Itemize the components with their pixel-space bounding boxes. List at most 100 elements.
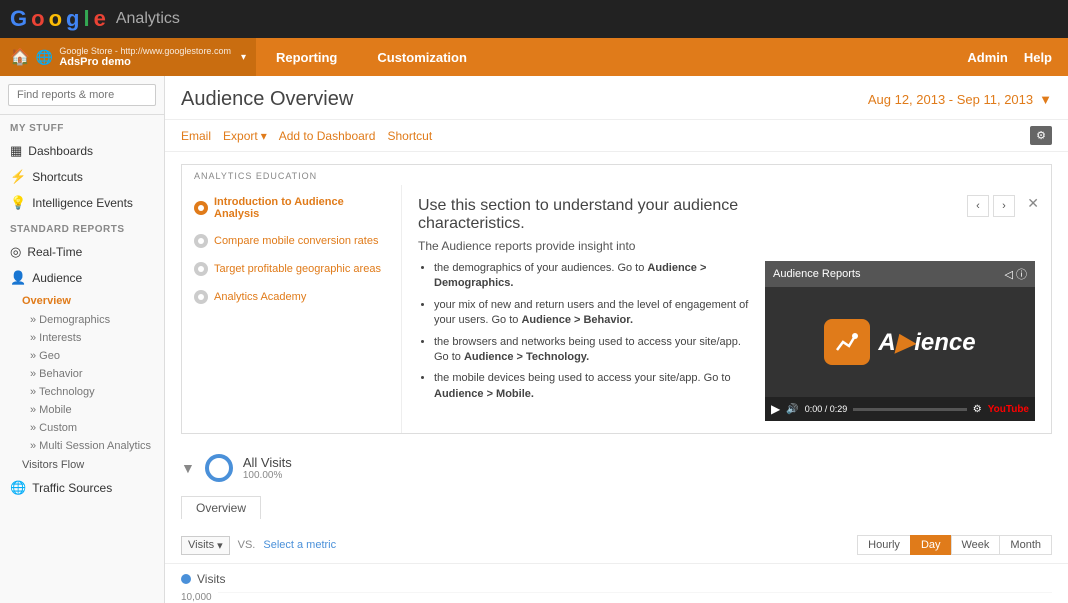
visits-info: All Visits 100.00%: [243, 455, 292, 481]
logo-l: l: [83, 6, 89, 32]
edu-content: Introduction to Audience Analysis Compar…: [182, 185, 1051, 433]
traffic-label: Traffic Sources: [32, 481, 112, 495]
video-title-text: Audience Reports: [773, 268, 860, 280]
site-dropdown-arrow[interactable]: ▾: [241, 52, 246, 63]
edu-bullet-1: your mix of new and return users and the…: [434, 298, 753, 329]
edu-nav-buttons: ‹ ›: [967, 195, 1015, 217]
logo-g2: g: [66, 6, 79, 32]
video-speaker-icon[interactable]: 🔊: [786, 404, 798, 415]
shortcuts-icon: ⚡: [10, 169, 26, 185]
time-range-buttons: Hourly Day Week Month: [857, 535, 1052, 555]
email-button[interactable]: Email: [181, 129, 211, 143]
site-url: Google Store - http://www.googlestore.co…: [59, 46, 231, 56]
edu-item-label-2: Target profitable geographic areas: [214, 263, 381, 275]
edu-item-0[interactable]: Introduction to Audience Analysis: [182, 189, 401, 227]
sidebar-standard-label: STANDARD REPORTS: [0, 216, 164, 239]
video-play-button[interactable]: ▶: [771, 402, 780, 416]
sidebar-item-dashboards[interactable]: ▦ Dashboards: [0, 138, 164, 164]
edu-section-label: ANALYTICS EDUCATION: [182, 165, 1051, 185]
edu-item-2[interactable]: Target profitable geographic areas: [182, 255, 401, 283]
nav-tab-reporting[interactable]: Reporting: [256, 38, 357, 76]
realtime-label: Real-Time: [27, 245, 82, 259]
time-btn-month[interactable]: Month: [999, 535, 1052, 555]
nav-bar: 🏠 🌐 Google Store - http://www.googlestor…: [0, 38, 1068, 76]
edu-prev-button[interactable]: ‹: [967, 195, 989, 217]
sidebar-item-technology[interactable]: » Technology: [0, 383, 164, 401]
metric2-selector[interactable]: Select a metric: [263, 539, 336, 551]
realtime-icon: ◎: [10, 244, 21, 260]
sidebar-item-demographics[interactable]: » Demographics: [0, 311, 164, 329]
edu-body: the demographics of your audiences. Go t…: [418, 261, 1035, 421]
audience-label: Audience: [32, 271, 82, 285]
overview-tab[interactable]: Overview: [181, 496, 261, 519]
sidebar-item-trafficsources[interactable]: 🌐 Traffic Sources: [0, 475, 164, 501]
edu-heading: Use this section to understand your audi…: [418, 197, 838, 233]
sidebar-item-interests[interactable]: » Interests: [0, 329, 164, 347]
visits-percentage: 100.00%: [243, 470, 292, 481]
video-share-icon: ◁ ⓘ: [1004, 266, 1027, 282]
sidebar-item-multisession[interactable]: » Multi Session Analytics: [0, 437, 164, 455]
export-button[interactable]: Export ▾: [223, 129, 267, 143]
metric1-selector[interactable]: Visits ▾: [181, 536, 230, 555]
date-range-arrow: ▼: [1039, 92, 1052, 107]
sidebar-item-overview[interactable]: Overview: [0, 291, 164, 311]
sidebar-item-audience[interactable]: 👤 Audience: [0, 265, 164, 291]
logo-o2: o: [49, 6, 62, 32]
edu-item-label-0: Introduction to Audience Analysis: [214, 196, 389, 220]
date-range-selector[interactable]: Aug 12, 2013 - Sep 11, 2013 ▼: [868, 92, 1052, 107]
visits-label: All Visits: [243, 455, 292, 470]
edu-item-3[interactable]: Analytics Academy: [182, 283, 401, 311]
intelligence-label: Intelligence Events: [32, 196, 133, 210]
add-dashboard-button[interactable]: Add to Dashboard: [279, 129, 376, 143]
edu-close-button[interactable]: ✕: [1027, 195, 1039, 212]
sidebar-item-custom[interactable]: » Custom: [0, 419, 164, 437]
home-icon[interactable]: 🏠: [10, 47, 30, 67]
video-progress-bar[interactable]: [853, 408, 966, 411]
nav-tab-customization[interactable]: Customization: [357, 38, 487, 76]
logo-e: e: [94, 6, 106, 32]
visits-donut-chart: [205, 454, 233, 482]
dashboards-icon: ▦: [10, 143, 22, 159]
edu-item-label-3: Analytics Academy: [214, 291, 306, 303]
nav-help-link[interactable]: Help: [1024, 50, 1052, 65]
video-thumbnail[interactable]: A▶ience: [765, 287, 1035, 397]
sidebar-item-intelligence[interactable]: 💡 Intelligence Events: [0, 190, 164, 216]
visits-chevron-icon[interactable]: ▼: [181, 460, 195, 476]
overview-tab-section: Overview: [165, 496, 1068, 527]
video-settings-icon[interactable]: ⚙: [973, 404, 982, 415]
shortcut-button[interactable]: Shortcut: [387, 129, 432, 143]
edu-detail: ‹ › ✕ Use this section to understand you…: [402, 185, 1051, 433]
toolbar: Email Export ▾ Add to Dashboard Shortcut…: [165, 120, 1068, 152]
chart-legend: Visits: [181, 572, 1052, 586]
sidebar-item-geo[interactable]: » Geo: [0, 347, 164, 365]
nav-admin-link[interactable]: Admin: [967, 50, 1007, 65]
time-btn-hourly[interactable]: Hourly: [857, 535, 910, 555]
edu-next-button[interactable]: ›: [993, 195, 1015, 217]
analytics-product-name: Analytics: [116, 10, 180, 28]
site-info: Google Store - http://www.googlestore.co…: [59, 46, 231, 68]
sidebar-item-realtime[interactable]: ◎ Real-Time: [0, 239, 164, 265]
edu-dot-2: [194, 262, 208, 276]
vs-label: VS.: [238, 539, 256, 551]
edu-bullet-0: the demographics of your audiences. Go t…: [434, 261, 753, 292]
edu-item-1[interactable]: Compare mobile conversion rates: [182, 227, 401, 255]
google-logo: G o o g l e Analytics: [10, 6, 180, 32]
edu-dot-active: [194, 201, 208, 215]
nav-site-selector[interactable]: 🏠 🌐 Google Store - http://www.googlestor…: [0, 38, 256, 76]
search-input[interactable]: [8, 84, 156, 106]
dashboards-label: Dashboards: [28, 144, 93, 158]
date-range-text: Aug 12, 2013 - Sep 11, 2013: [868, 92, 1033, 107]
sidebar: MY STUFF ▦ Dashboards ⚡ Shortcuts 💡 Inte…: [0, 76, 165, 603]
metrics-row: Visits ▾ VS. Select a metric Hourly Day …: [165, 527, 1068, 564]
edu-dot-3: [194, 290, 208, 304]
time-btn-day[interactable]: Day: [910, 535, 951, 555]
time-btn-week[interactable]: Week: [951, 535, 1000, 555]
edu-subheading: The Audience reports provide insight int…: [418, 239, 1035, 253]
sidebar-item-visitorsflow[interactable]: Visitors Flow: [0, 455, 164, 475]
sidebar-item-mobile[interactable]: » Mobile: [0, 401, 164, 419]
settings-icon-button[interactable]: ⚙: [1030, 126, 1052, 145]
legend-label: Visits: [197, 572, 225, 586]
sidebar-item-shortcuts[interactable]: ⚡ Shortcuts: [0, 164, 164, 190]
sidebar-item-behavior[interactable]: » Behavior: [0, 365, 164, 383]
edu-bullet-2: the browsers and networks being used to …: [434, 335, 753, 366]
